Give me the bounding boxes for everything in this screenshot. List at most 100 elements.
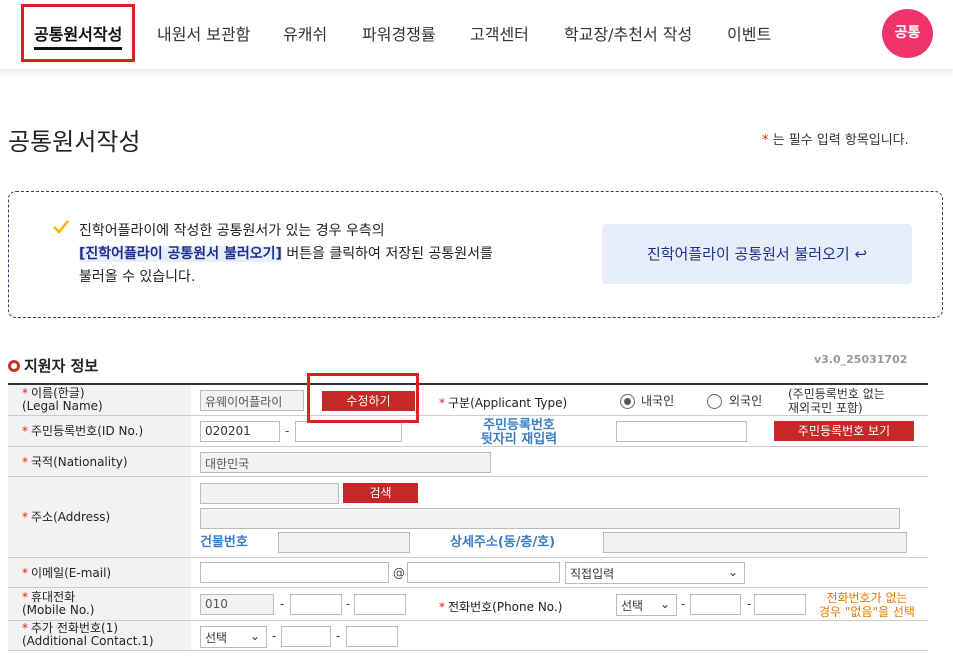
phone-note: 전화번호가 없는 경우 "없음"을 선택 xyxy=(812,591,922,619)
id-label-text: 주민등록번호(ID No.) xyxy=(31,424,144,438)
extra-dash-1: - xyxy=(272,629,277,643)
phone-dash-1: - xyxy=(681,597,686,611)
type-note: (주민등록번호 없는 재외국민 포함) xyxy=(788,387,885,415)
nationality-label-text: 국적(Nationality) xyxy=(31,455,128,469)
form-row-nationality: * 국적(Nationality) 대한민국 xyxy=(8,447,928,477)
email-at-sign: @ xyxy=(393,566,405,580)
id-back-input[interactable] xyxy=(295,421,402,442)
id-label: * 주민등록번호(ID No.) xyxy=(8,416,191,446)
chevron-down-icon: ⌄ xyxy=(249,629,260,643)
phone-note-line2: 경우 "없음"을 선택 xyxy=(819,605,915,619)
extra-contact-label-text: 추가 전화번호(1) xyxy=(31,621,119,635)
form-row-id: * 주민등록번호(ID No.) 020201 - 주민등록번호 뒷자리 재입력 … xyxy=(8,416,928,447)
email-domain-input[interactable] xyxy=(407,562,560,583)
address-main-input[interactable] xyxy=(200,508,900,529)
info-line-1: 진학어플라이에 작성한 공통원서가 있는 경우 우측의 xyxy=(79,223,385,239)
address-search-button[interactable]: 검색 xyxy=(343,483,418,503)
phone-middle-input[interactable] xyxy=(690,594,741,615)
extra-last-input[interactable] xyxy=(346,626,398,647)
required-note: * 는 필수 입력 항목입니다. xyxy=(762,129,909,148)
email-label: * 이메일(E-mail) xyxy=(8,558,191,587)
phone-dash-2: - xyxy=(747,597,752,611)
phone-label-text: 전화번호(Phone No.) xyxy=(448,600,563,614)
show-id-button[interactable]: 주민등록번호 보기 xyxy=(774,421,914,441)
form-row-address: * 주소(Address) 검색 건물번호 상세주소(동/층/호) xyxy=(8,477,928,558)
mobile-dash-1: - xyxy=(280,597,285,611)
type-label: * 구분(Applicant Type) xyxy=(439,396,568,410)
type-note-line1: (주민등록번호 없는 xyxy=(788,387,885,401)
address-detail-input[interactable] xyxy=(603,532,907,553)
postcode-input[interactable] xyxy=(200,483,339,504)
id-reenter-line2: 뒷자리 재입력 xyxy=(480,432,558,447)
applicant-form: * 이름(한글) (Legal Name) 유웨이어플라이 수정하기 * 구분(Ap… xyxy=(8,383,928,651)
id-front-input[interactable]: 020201 xyxy=(200,421,280,442)
mobile-last-input[interactable] xyxy=(354,594,406,615)
id-reenter-input[interactable] xyxy=(616,421,747,442)
load-application-button[interactable]: 진학어플라이 공통원서 불러오기 ↩ xyxy=(602,224,912,284)
mobile-label-en: (Mobile No.) xyxy=(22,603,95,617)
highlight-frame-nav xyxy=(21,4,135,62)
mobile-prefix-input[interactable]: 010 xyxy=(200,594,274,615)
extra-middle-input[interactable] xyxy=(281,626,331,647)
email-domain-select-value: 직접입력 xyxy=(570,567,615,581)
id-reenter-line1: 주민등록번호 xyxy=(483,418,555,433)
phone-area-select-value: 선택 xyxy=(621,599,644,613)
check-icon xyxy=(53,220,69,234)
form-row-additional-contact: * 추가 전화번호(1) (Additional Contact.1) 선택 ⌄ … xyxy=(8,621,928,651)
type-note-line2: 재외국민 포함) xyxy=(788,401,863,415)
info-line-2-rest: 버튼을 클릭하여 저장된 공통원서를 xyxy=(281,246,493,262)
chevron-down-icon: ⌄ xyxy=(727,565,738,579)
info-text: 진학어플라이에 작성한 공통원서가 있는 경우 우측의 [진학어플라이 공통원서… xyxy=(79,220,539,289)
radio-domestic-label: 내국인 xyxy=(641,394,675,408)
phone-last-input[interactable] xyxy=(754,594,806,615)
extra-area-select-value: 선택 xyxy=(205,631,228,645)
section-bullet-icon xyxy=(8,360,20,372)
radio-foreign-label: 외국인 xyxy=(729,394,763,408)
phone-label: * 전화번호(Phone No.) xyxy=(439,600,563,614)
form-row-email: * 이메일(E-mail) @ 직접입력 ⌄ xyxy=(8,558,928,588)
building-no-label: 건물번호 xyxy=(200,535,248,550)
name-input[interactable]: 유웨이어플라이 xyxy=(200,390,304,411)
mobile-label-text: 휴대전화 xyxy=(31,590,76,604)
nav-tab-ucash[interactable]: 유캐쉬 xyxy=(283,21,327,45)
extra-area-select[interactable]: 선택 ⌄ xyxy=(200,626,267,648)
mobile-dash-2: - xyxy=(346,597,351,611)
radio-foreign[interactable] xyxy=(707,394,722,409)
section-title: 지원자 정보 xyxy=(8,355,98,376)
page-title: 공통원서작성 xyxy=(8,128,141,156)
info-line-2: [진학어플라이 공통원서 불러오기] 버튼을 클릭하여 저장된 공통원서를 xyxy=(79,243,539,266)
form-row-phone: * 휴대전화 (Mobile No.) 010 - - * 전화번호(Phone N… xyxy=(8,588,928,621)
radio-domestic[interactable] xyxy=(620,394,635,409)
section-title-text: 지원자 정보 xyxy=(24,357,99,375)
nav-tab-event[interactable]: 이벤트 xyxy=(727,21,771,45)
top-navigation: 공통원서작성 내원서 보관함 유캐쉬 파워경쟁률 고객센터 학교장/추천서 작성… xyxy=(0,0,953,70)
phone-area-select[interactable]: 선택 ⌄ xyxy=(616,594,677,616)
nationality-input[interactable]: 대한민국 xyxy=(200,452,491,473)
email-domain-select[interactable]: 직접입력 ⌄ xyxy=(565,562,745,584)
user-avatar[interactable]: 공통 xyxy=(882,9,933,58)
info-emphasis: [진학어플라이 공통원서 불러오기] xyxy=(79,246,282,262)
type-label-text: 구분(Applicant Type) xyxy=(448,396,568,410)
info-line-3: 불러올 수 있습니다. xyxy=(79,269,196,285)
mobile-middle-input[interactable] xyxy=(290,594,342,615)
email-label-text: 이메일(E-mail) xyxy=(31,566,112,580)
address-label-text: 주소(Address) xyxy=(31,510,111,524)
nav-tab-my-applications[interactable]: 내원서 보관함 xyxy=(157,21,250,45)
phone-note-line1: 전화번호가 없는 xyxy=(826,591,908,605)
nationality-label: * 국적(Nationality) xyxy=(8,447,191,476)
nav-tab-customer-center[interactable]: 고객센터 xyxy=(470,21,529,45)
id-dash: - xyxy=(285,424,290,438)
email-id-input[interactable] xyxy=(200,562,389,583)
required-note-text: 는 필수 입력 항목입니다. xyxy=(768,133,909,148)
building-no-input[interactable] xyxy=(278,532,410,553)
extra-contact-label-en: (Additional Contact.1) xyxy=(22,634,154,648)
nav-tab-recommendation[interactable]: 학교장/추천서 작성 xyxy=(564,21,692,45)
chevron-down-icon: ⌄ xyxy=(659,597,670,611)
mobile-label: * 휴대전화 (Mobile No.) xyxy=(8,588,191,620)
form-row-name: * 이름(한글) (Legal Name) 유웨이어플라이 수정하기 * 구분(Ap… xyxy=(8,385,928,416)
id-reenter-label: 주민등록번호 뒷자리 재입력 xyxy=(463,419,575,447)
name-label-text: 이름(한글) xyxy=(31,386,85,400)
name-label: * 이름(한글) (Legal Name) xyxy=(8,385,191,415)
extra-dash-2: - xyxy=(336,629,341,643)
nav-tab-power-competition[interactable]: 파워경쟁률 xyxy=(362,21,436,45)
